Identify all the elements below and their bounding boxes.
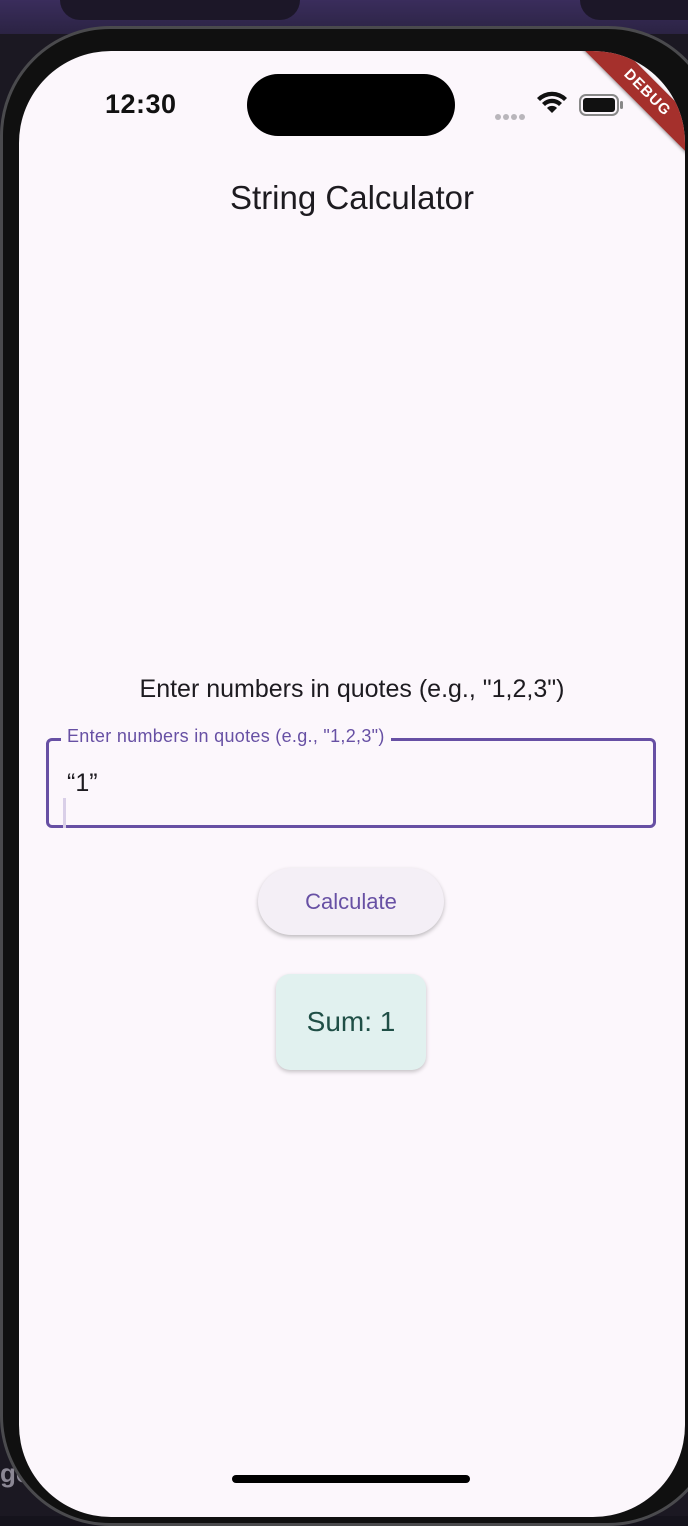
numbers-input-field[interactable]: Enter numbers in quotes (e.g., "1,2,3") … (46, 726, 656, 829)
input-prompt-text: Enter numbers in quotes (e.g., "1,2,3") (139, 675, 565, 703)
calculate-button[interactable]: Calculate (258, 868, 444, 935)
numbers-input-label: Enter numbers in quotes (e.g., "1,2,3") (61, 726, 391, 747)
signal-dots-icon (495, 107, 527, 125)
numbers-input-text: “1” (67, 769, 98, 797)
phone-screen: 12:30 DEBUG String Calculator Enter numb… (19, 51, 685, 1517)
top-shape-left (60, 0, 300, 20)
text-cursor (63, 798, 66, 829)
home-indicator[interactable] (232, 1475, 470, 1483)
numbers-input-value[interactable]: “1” (63, 769, 98, 829)
top-shape-right (580, 0, 688, 20)
sum-result-card: Sum: 1 (276, 974, 426, 1070)
wifi-icon (537, 91, 567, 113)
dynamic-island (247, 74, 455, 136)
battery-icon (579, 94, 623, 116)
status-time: 12:30 (105, 89, 177, 119)
app-bar-title: String Calculator (230, 179, 474, 216)
